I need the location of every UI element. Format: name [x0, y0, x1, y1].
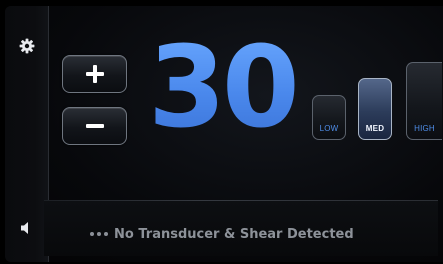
level-high-button[interactable]: HIGH — [406, 62, 442, 140]
gear-icon[interactable] — [19, 38, 35, 54]
level-low-label: LOW — [319, 124, 339, 133]
status-dots-icon — [90, 232, 108, 236]
plus-icon — [85, 65, 104, 83]
level-med-label: MED — [365, 124, 385, 133]
current-value-display: 30 — [148, 28, 308, 148]
increase-button[interactable] — [62, 55, 127, 93]
minus-icon — [85, 124, 104, 128]
speaker-icon[interactable] — [19, 220, 35, 236]
decrease-button[interactable] — [62, 107, 127, 145]
level-high-label: HIGH — [414, 124, 435, 133]
level-med-button[interactable]: MED — [358, 78, 392, 140]
status-message: No Transducer & Shear Detected — [114, 226, 354, 242]
status-divider — [44, 200, 438, 201]
status-message-row: No Transducer & Shear Detected — [90, 224, 354, 244]
left-rail — [5, 6, 49, 262]
level-low-button[interactable]: LOW — [312, 95, 346, 140]
